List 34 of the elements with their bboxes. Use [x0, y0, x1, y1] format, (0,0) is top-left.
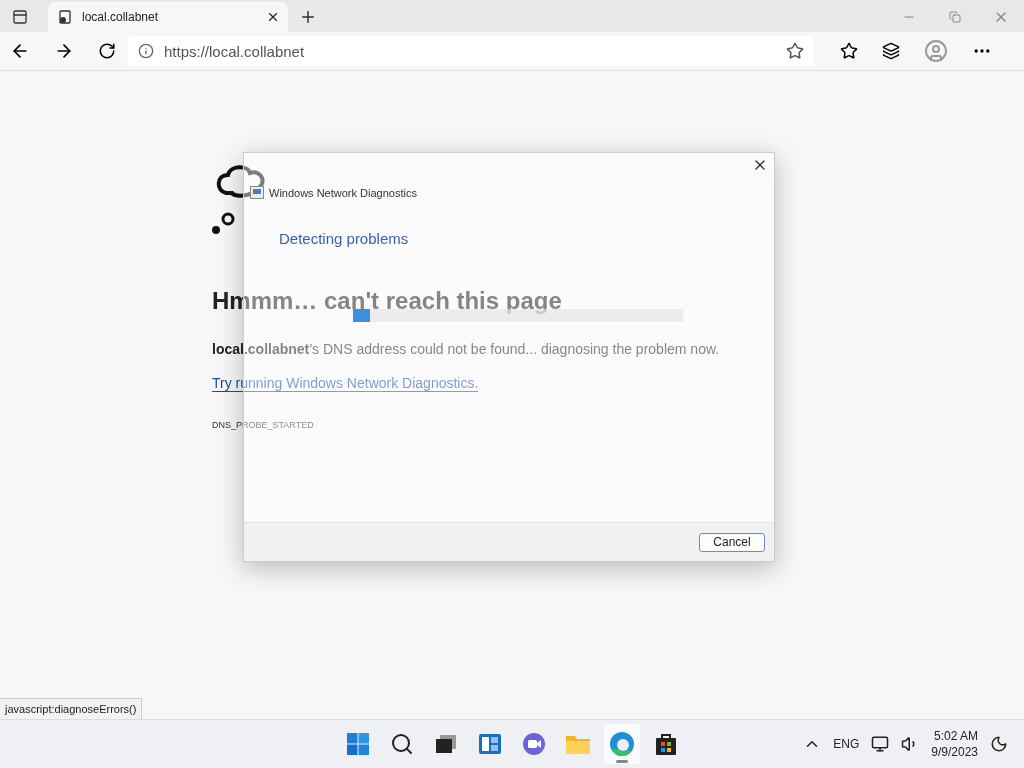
address-bar[interactable]: https://local.collabnet — [128, 36, 814, 66]
refresh-icon[interactable] — [98, 42, 116, 60]
browser-tab[interactable]: local.collabnet — [48, 2, 288, 32]
widgets-icon — [478, 733, 502, 755]
running-indicator — [616, 760, 628, 763]
network-diagnostics-icon — [250, 186, 264, 199]
moon-icon[interactable] — [990, 735, 1008, 753]
status-url: javascript:diagnoseErrors() — [0, 698, 143, 719]
error-message: local.collabnet’s DNS address could not be found... diagnosing the problem now. — [212, 341, 720, 357]
chat-icon — [522, 732, 546, 756]
network-icon[interactable] — [871, 735, 890, 753]
store-bag-icon — [654, 732, 678, 756]
url-text: https://local.collabnet — [164, 42, 306, 60]
task-view-icon — [435, 734, 457, 754]
info-icon[interactable] — [138, 43, 154, 59]
close-tab-icon[interactable] — [266, 10, 280, 24]
profile-icon[interactable] — [924, 39, 948, 63]
dialog-title: Windows Network Diagnostics — [269, 186, 417, 199]
folder-icon — [565, 733, 591, 755]
language-indicator[interactable]: ENG — [833, 737, 860, 751]
add-favorite-icon[interactable] — [786, 42, 804, 60]
error-heading: Hmmm… can't reach this page — [212, 287, 562, 315]
error-code: DNS_PROBE_STARTED — [212, 420, 314, 430]
cancel-button[interactable]: Cancel — [699, 532, 765, 552]
favorites-icon[interactable] — [840, 42, 858, 60]
windows-logo-icon — [346, 732, 370, 756]
error-page-icon — [58, 10, 72, 24]
search-icon — [390, 732, 414, 756]
dialog-heading: Detecting problems — [279, 230, 410, 247]
browser-icon — [609, 731, 635, 757]
tab-title: local.collabnet — [82, 10, 160, 24]
collections-icon[interactable] — [882, 42, 900, 60]
clock-time: 5:02 AM — [933, 728, 978, 744]
clock-date: 9/9/2023 — [931, 744, 978, 760]
